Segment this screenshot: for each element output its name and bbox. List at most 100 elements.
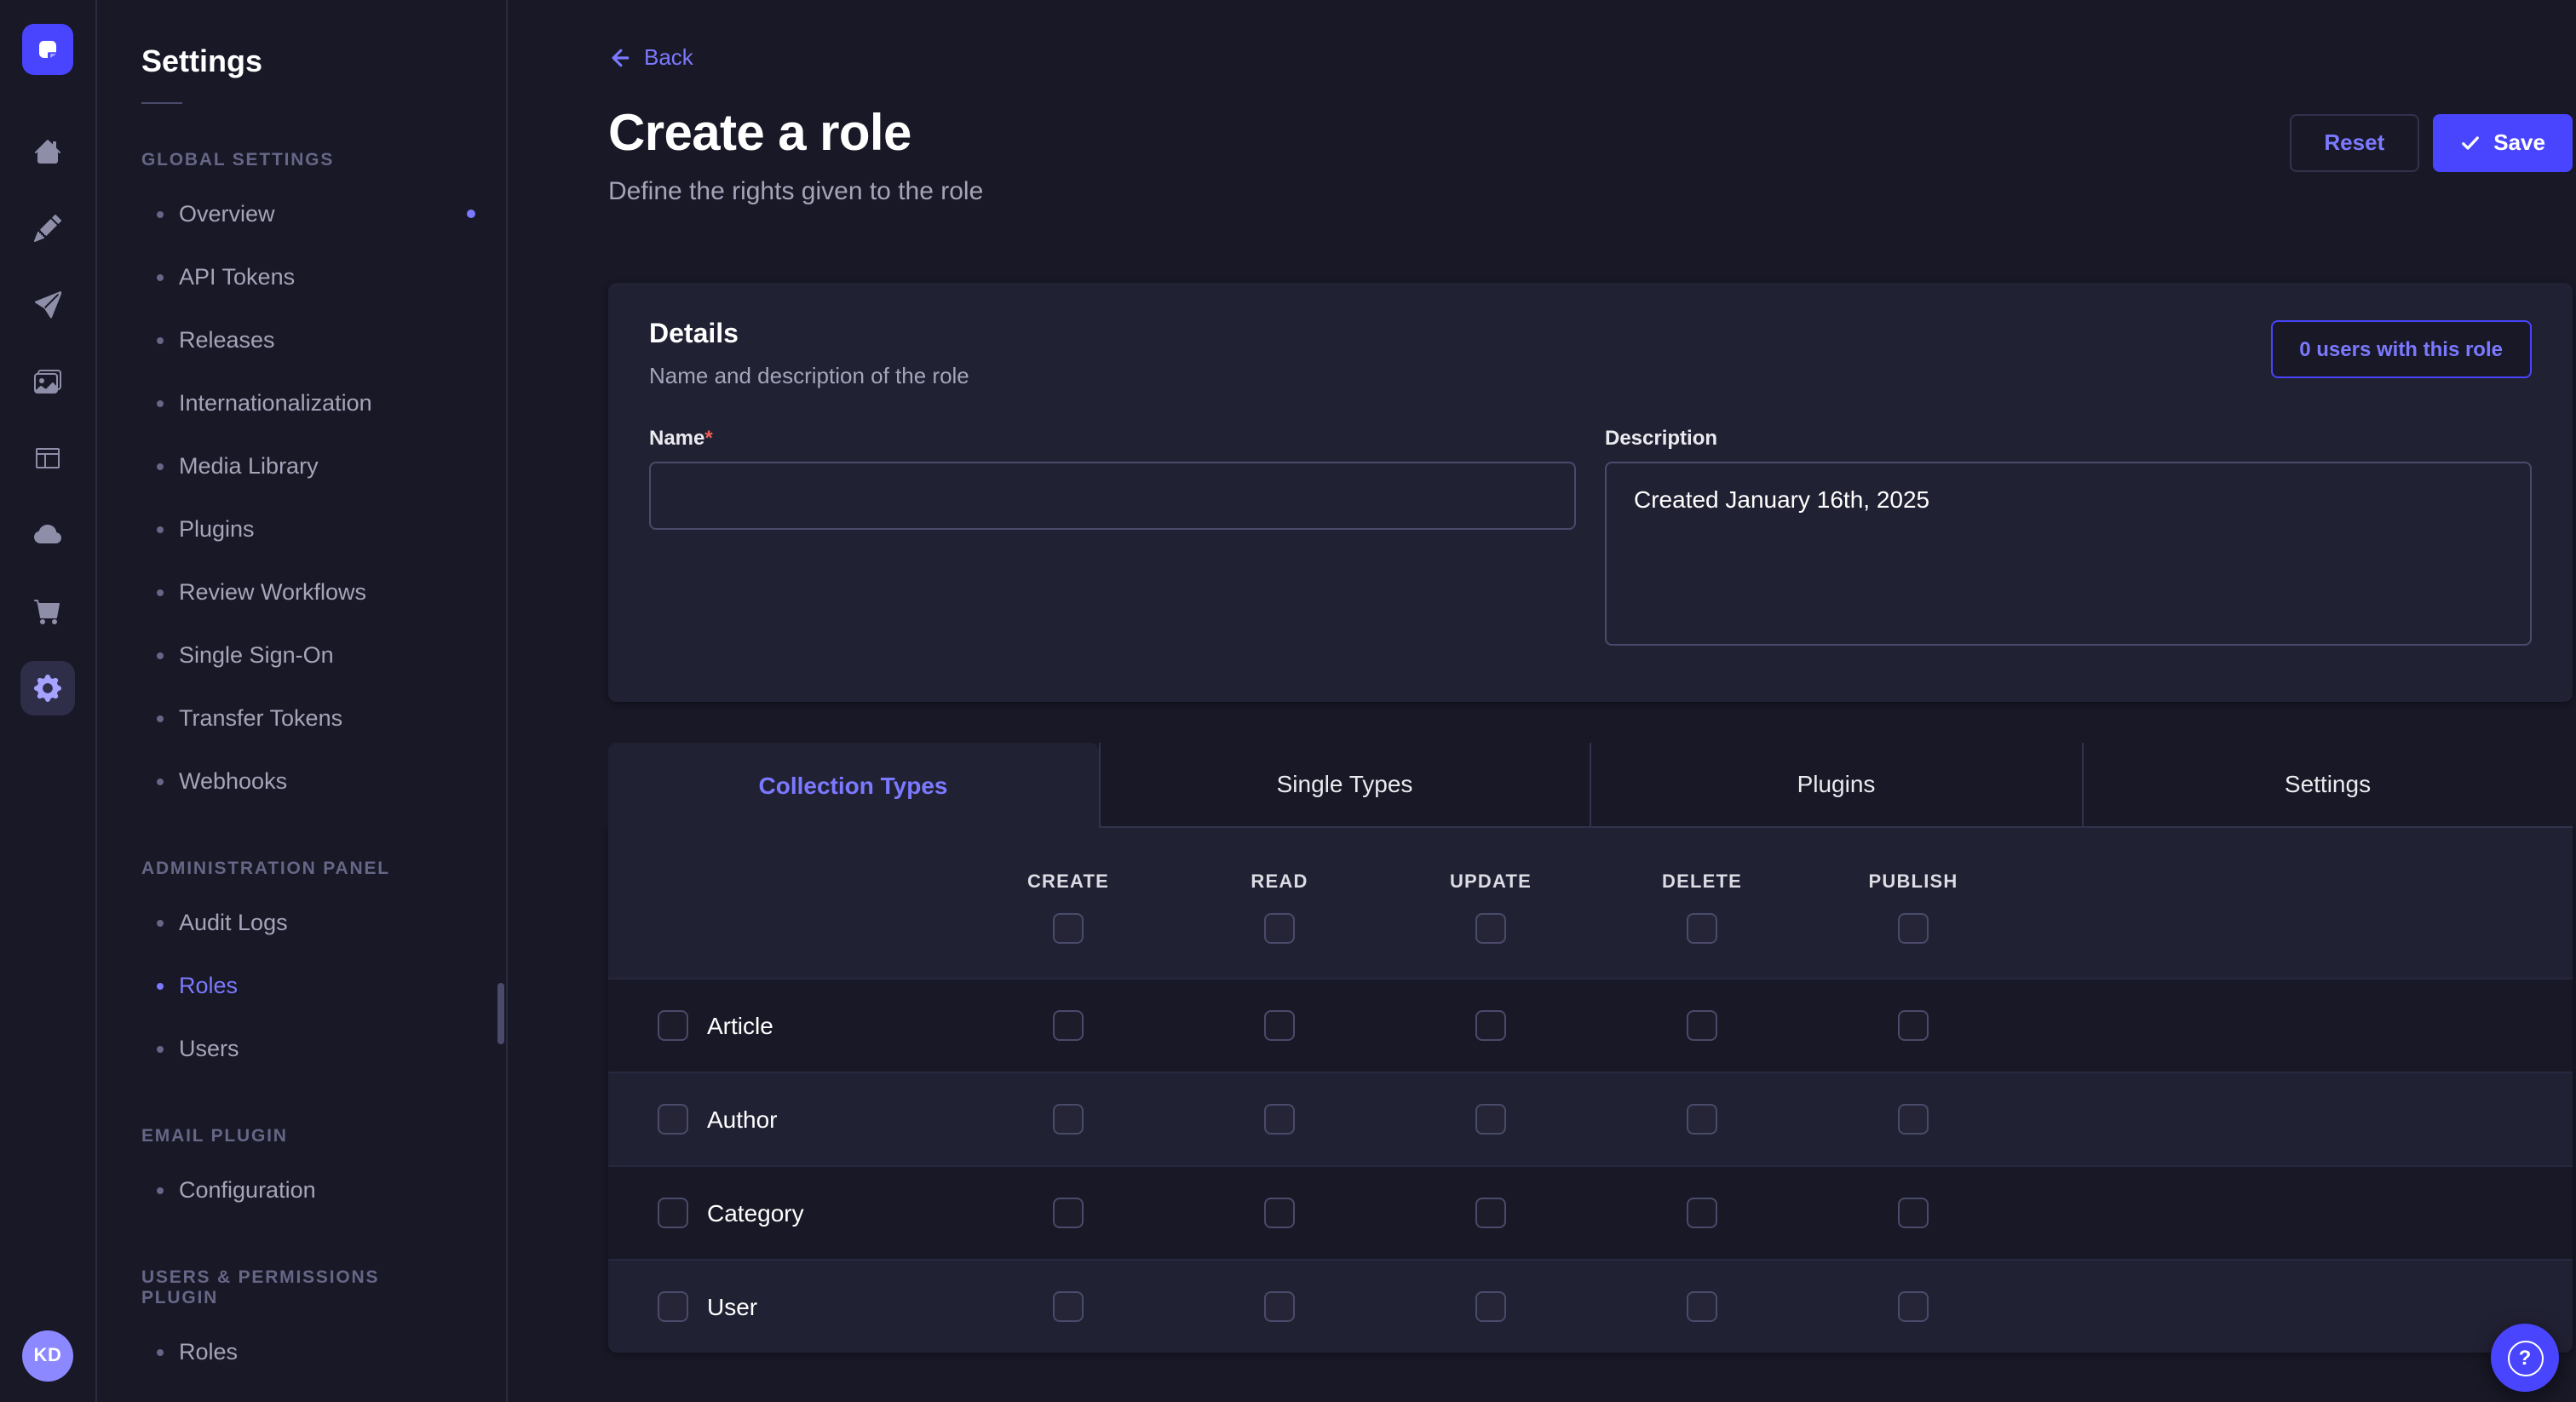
permission-checkbox[interactable]: [1264, 1197, 1295, 1227]
permission-checkbox[interactable]: [1475, 1290, 1506, 1321]
sidebar-item-media-library[interactable]: Media Library: [97, 434, 506, 497]
sidebar-item-configuration[interactable]: Configuration: [97, 1158, 506, 1221]
description-field-group: Description Created January 16th, 2025: [1605, 425, 2532, 653]
sidebar-item-plugins[interactable]: Plugins: [97, 497, 506, 560]
tab-settings[interactable]: Settings: [2081, 742, 2573, 827]
sidebar-item-audit-logs[interactable]: Audit Logs: [97, 891, 506, 954]
sidebar-item-single-sign-on[interactable]: Single Sign-On: [97, 623, 506, 687]
save-button[interactable]: Save: [2432, 113, 2573, 171]
sidebar-item-internationalization[interactable]: Internationalization: [97, 371, 506, 434]
sidebar-item-providers[interactable]: Providers: [97, 1383, 506, 1402]
tab-plugins[interactable]: Plugins: [1590, 742, 2081, 827]
row-select-checkbox[interactable]: [658, 1197, 688, 1227]
permission-checkbox[interactable]: [1687, 1009, 1717, 1040]
sidebar-item-users[interactable]: Users: [97, 1017, 506, 1080]
permission-checkbox[interactable]: [1687, 1290, 1717, 1321]
select-all-checkbox[interactable]: [1898, 912, 1929, 943]
permission-checkbox[interactable]: [1053, 1103, 1084, 1134]
permission-checkbox[interactable]: [1475, 1009, 1506, 1040]
select-all-checkbox[interactable]: [1264, 912, 1295, 943]
media-library-icon[interactable]: [20, 354, 75, 409]
required-asterisk: *: [704, 425, 712, 449]
column-label: UPDATE: [1450, 871, 1532, 892]
permission-checkbox[interactable]: [1264, 1103, 1295, 1134]
sidebar-scrollbar[interactable]: [497, 983, 504, 1044]
tab-collection-types[interactable]: Collection Types: [608, 742, 1098, 827]
bullet-icon: [157, 399, 164, 406]
settings-icon[interactable]: [20, 661, 75, 715]
sidebar-section-items: Overview API Tokens Releases Internation…: [97, 182, 506, 813]
permission-checkbox[interactable]: [1898, 1290, 1929, 1321]
permission-checkbox[interactable]: [1687, 1197, 1717, 1227]
help-button[interactable]: ?: [2491, 1324, 2559, 1392]
row-name-cell: User: [608, 1290, 963, 1321]
bullet-icon: [157, 1348, 164, 1355]
permission-column-header: UPDATE: [1385, 871, 1596, 943]
tab-single-types[interactable]: Single Types: [1098, 742, 1590, 827]
sidebar-item-label: API Tokens: [179, 264, 295, 290]
page-title: Create a role: [608, 105, 983, 163]
permission-checkbox[interactable]: [1053, 1197, 1084, 1227]
home-icon[interactable]: [20, 124, 75, 179]
row-label: User: [707, 1292, 757, 1319]
sidebar-section-label: GLOBAL SETTINGS: [97, 150, 506, 170]
permission-checkbox[interactable]: [1898, 1009, 1929, 1040]
permissions-rows: Article Author Category User: [608, 977, 2573, 1352]
releases-icon[interactable]: [20, 278, 75, 332]
sidebar-item-overview[interactable]: Overview: [97, 182, 506, 245]
select-all-checkbox[interactable]: [1687, 912, 1717, 943]
details-card: Details Name and description of the role…: [608, 282, 2573, 701]
reset-button[interactable]: Reset: [2290, 113, 2418, 171]
row-name-cell: Article: [608, 1009, 963, 1040]
content-type-builder-icon[interactable]: [20, 201, 75, 256]
sidebar-item-transfer-tokens[interactable]: Transfer Tokens: [97, 687, 506, 750]
back-link[interactable]: Back: [608, 44, 693, 70]
sidebar-item-roles[interactable]: Roles: [97, 954, 506, 1017]
sidebar-item-releases[interactable]: Releases: [97, 308, 506, 371]
row-select-checkbox[interactable]: [658, 1290, 688, 1321]
permission-checkbox[interactable]: [1264, 1009, 1295, 1040]
sidebar-item-roles[interactable]: Roles: [97, 1320, 506, 1383]
bullet-icon: [157, 919, 164, 926]
permission-checkbox[interactable]: [1264, 1290, 1295, 1321]
users-with-role-button[interactable]: 0 users with this role: [2270, 319, 2532, 377]
permission-checkbox[interactable]: [1898, 1197, 1929, 1227]
row-select-checkbox[interactable]: [658, 1009, 688, 1040]
permission-checkbox[interactable]: [1475, 1197, 1506, 1227]
sidebar-item-api-tokens[interactable]: API Tokens: [97, 245, 506, 308]
row-name-cell: Author: [608, 1103, 963, 1134]
arrow-left-icon: [608, 45, 632, 69]
bullet-icon: [157, 778, 164, 784]
permission-checkbox[interactable]: [1053, 1290, 1084, 1321]
select-all-checkbox[interactable]: [1475, 912, 1506, 943]
permission-checkbox[interactable]: [1898, 1103, 1929, 1134]
sidebar-item-webhooks[interactable]: Webhooks: [97, 750, 506, 813]
permission-checkbox[interactable]: [1475, 1103, 1506, 1134]
main-content: Back Create a role Define the rights giv…: [508, 0, 2576, 1402]
permission-checkbox[interactable]: [1687, 1103, 1717, 1134]
sidebar-section: EMAIL PLUGIN Configuration: [97, 1126, 506, 1221]
description-textarea[interactable]: Created January 16th, 2025: [1605, 461, 2532, 645]
marketplace-icon[interactable]: [20, 584, 75, 639]
sidebar-item-label: Plugins: [179, 516, 255, 542]
avatar[interactable]: KD: [22, 1330, 73, 1382]
cloud-icon[interactable]: [20, 508, 75, 562]
permission-row-author: Author: [608, 1071, 2573, 1164]
permission-checkbox[interactable]: [1053, 1009, 1084, 1040]
content-manager-icon[interactable]: [20, 431, 75, 486]
page-subtitle: Define the rights given to the role: [608, 176, 983, 205]
select-all-checkbox[interactable]: [1053, 912, 1084, 943]
column-label: DELETE: [1662, 871, 1742, 892]
sidebar-item-label: Roles: [179, 973, 238, 998]
nav-rail: KD: [0, 0, 97, 1402]
name-input[interactable]: [649, 461, 1576, 529]
details-title: Details: [649, 319, 969, 350]
row-label: Category: [707, 1198, 804, 1226]
bullet-icon: [157, 589, 164, 595]
sidebar-section: ADMINISTRATION PANEL Audit Logs Roles Us…: [97, 859, 506, 1080]
sidebar-item-review-workflows[interactable]: Review Workflows: [97, 560, 506, 623]
row-select-checkbox[interactable]: [658, 1103, 688, 1134]
app-window: KD Settings GLOBAL SETTINGS Overview API…: [0, 0, 2576, 1402]
sidebar-item-label: Single Sign-On: [179, 642, 334, 668]
bullet-icon: [157, 1045, 164, 1052]
